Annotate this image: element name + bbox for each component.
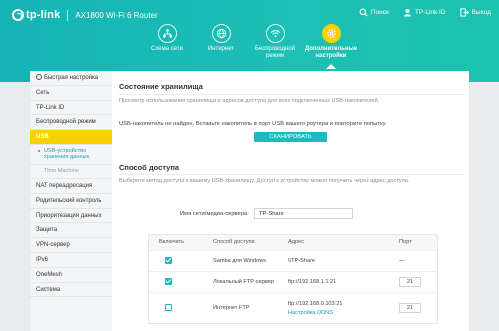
access-description: Выберите метод доступа к вашему USB-хран…	[119, 178, 410, 184]
sidebar-item-label: Быстрая настройка	[44, 75, 99, 81]
sidebar-item-label: Сеть	[36, 89, 50, 96]
storage-description: Просмотр использования хранилища и адрес…	[119, 98, 380, 104]
nav-internet[interactable]: Интернет	[195, 24, 247, 60]
globe-icon	[211, 24, 231, 43]
header-bar: tp-link AX1800 Wi-Fi 6 Router Поиск TP-L…	[0, 0, 499, 82]
search-link[interactable]: Поиск	[359, 8, 389, 17]
main-panel: Состояние хранилища Просмотр использован…	[112, 71, 469, 331]
logout-icon	[459, 8, 469, 17]
sidebar-item-quick-setup[interactable]: Быстрая настройка	[30, 71, 112, 86]
sidebar-subitem-time-machine[interactable]: Time Machine	[30, 165, 112, 179]
network-map-icon	[157, 24, 177, 43]
nav-internet-label: Интернет	[207, 46, 235, 52]
access-address: \\TP-Share	[288, 258, 316, 264]
nav-advanced[interactable]: Дополнительные настройки	[303, 24, 359, 69]
sidebar-item-label: Родительский контроль	[36, 197, 102, 204]
col-method-header: Способ доступа	[213, 239, 255, 245]
sidebar-item-label: Защита	[36, 227, 58, 234]
access-address: ftp://192.168.1.1:21	[288, 279, 337, 285]
server-name-label: Имя сети/медиа-сервера:	[180, 211, 249, 217]
sidebar-item-label: Приоритезация данных	[36, 212, 102, 219]
sidebar-item-network[interactable]: Сеть	[30, 86, 112, 101]
enable-checkbox[interactable]	[165, 303, 172, 311]
col-address-header: Адрес	[288, 239, 305, 245]
access-table: Включить Способ доступа Адрес Порт Samba…	[148, 234, 438, 324]
sidebar-subitem-usb-storage[interactable]: USB-устройство хранения данных	[30, 145, 112, 165]
tplink-id-link[interactable]: TP-Link ID	[403, 8, 446, 17]
table-header: Включить Способ доступа Адрес Порт	[149, 234, 437, 250]
port-input[interactable]: 21	[399, 303, 421, 313]
nav-wireless[interactable]: Беспроводной режим	[247, 24, 303, 60]
sidebar-item-nat[interactable]: NAT переадресация	[30, 179, 112, 194]
section-divider	[119, 174, 464, 175]
storage-section-title: Состояние хранилища	[119, 82, 203, 91]
tp-link-logo-icon	[12, 9, 24, 21]
sidebar-item-wireless[interactable]: Беспроводной режим	[30, 115, 112, 131]
sidebar-item-usb[interactable]: USB	[30, 130, 112, 145]
enable-checkbox[interactable]	[165, 277, 172, 285]
quick-setup-icon	[36, 74, 42, 80]
access-section-title: Способ доступа	[119, 163, 180, 172]
table-row: Интернет FTP ftp://192.168.0.103:21 Наст…	[149, 292, 437, 323]
nav-network-map-label: Схема сети	[151, 46, 183, 52]
sidebar-item-label: USB	[36, 134, 49, 141]
brand-logo[interactable]: tp-link AX1800 Wi-Fi 6 Router	[12, 8, 158, 22]
sidebar-item-security[interactable]: Защита	[30, 223, 112, 239]
sidebar-item-system[interactable]: Система	[30, 283, 112, 298]
access-method: Samba для Windows	[213, 258, 267, 264]
server-name-input[interactable]	[254, 208, 353, 219]
sidebar-item-label: OneMesh	[36, 271, 63, 278]
sidebar-item-label: IPv6	[36, 256, 49, 263]
access-address: ftp://192.168.0.103:21	[288, 300, 343, 307]
sidebar-item-qos[interactable]: Приоритезация данных	[30, 209, 112, 224]
col-port-header: Порт	[399, 239, 412, 245]
sidebar-item-vpn[interactable]: VPN-сервер	[30, 238, 112, 253]
logo-divider	[67, 9, 69, 21]
table-row: Samba для Windows \\TP-Share —	[149, 250, 437, 271]
sidebar: Быстрая настройка Сеть TP-Link ID Беспро…	[30, 71, 112, 331]
nav-network-map[interactable]: Схема сети	[139, 24, 195, 60]
enable-checkbox[interactable]	[165, 256, 172, 264]
sidebar-item-label: VPN-сервер	[36, 242, 70, 249]
main-nav: Схема сети Интернет Беспроводной режим Д…	[139, 24, 359, 69]
port-input[interactable]: 21	[399, 277, 421, 287]
sidebar-item-label: Система	[36, 286, 61, 293]
top-links: Поиск TP-Link ID Выход	[359, 8, 491, 17]
search-link-label: Поиск	[370, 9, 389, 16]
gear-icon	[321, 24, 341, 43]
sidebar-item-label: TP-Link ID	[36, 104, 65, 111]
router-model: AX1800 Wi-Fi 6 Router	[75, 10, 158, 20]
logout-link[interactable]: Выход	[459, 8, 491, 17]
scan-button[interactable]: СКАНИРОВАТЬ	[254, 132, 327, 142]
search-icon	[359, 8, 368, 17]
ddns-settings-link[interactable]: Настройка DDNS	[288, 310, 377, 316]
section-divider	[119, 94, 464, 95]
sidebar-item-label: NAT переадресация	[36, 182, 93, 189]
access-method: Локальный FTP-сервер	[213, 279, 275, 285]
no-usb-notice: USB-накопитель не найден. Вставьте накоп…	[119, 121, 387, 127]
access-method: Интернет FTP	[213, 305, 250, 311]
nav-wireless-label: Беспроводной режим	[254, 46, 296, 59]
tplink-id-label: TP-Link ID	[414, 9, 446, 16]
table-row: Локальный FTP-сервер ftp://192.168.1.1:2…	[149, 271, 437, 292]
sidebar-item-tplink-id[interactable]: TP-Link ID	[30, 101, 112, 116]
col-enable-header: Включить	[159, 239, 185, 245]
active-nav-caret	[326, 64, 336, 69]
access-port: —	[399, 258, 405, 264]
sidebar-item-label: Беспроводной режим	[36, 119, 96, 126]
wifi-icon	[265, 24, 285, 43]
sidebar-item-parental[interactable]: Родительский контроль	[30, 194, 112, 209]
sidebar-item-onemesh[interactable]: OneMesh	[30, 268, 112, 283]
brand-name: tp-link	[26, 9, 61, 21]
sidebar-item-ipv6[interactable]: IPv6	[30, 253, 112, 268]
logout-label: Выход	[471, 9, 491, 16]
user-icon	[403, 8, 411, 17]
nav-advanced-label: Дополнительные настройки	[304, 46, 358, 59]
